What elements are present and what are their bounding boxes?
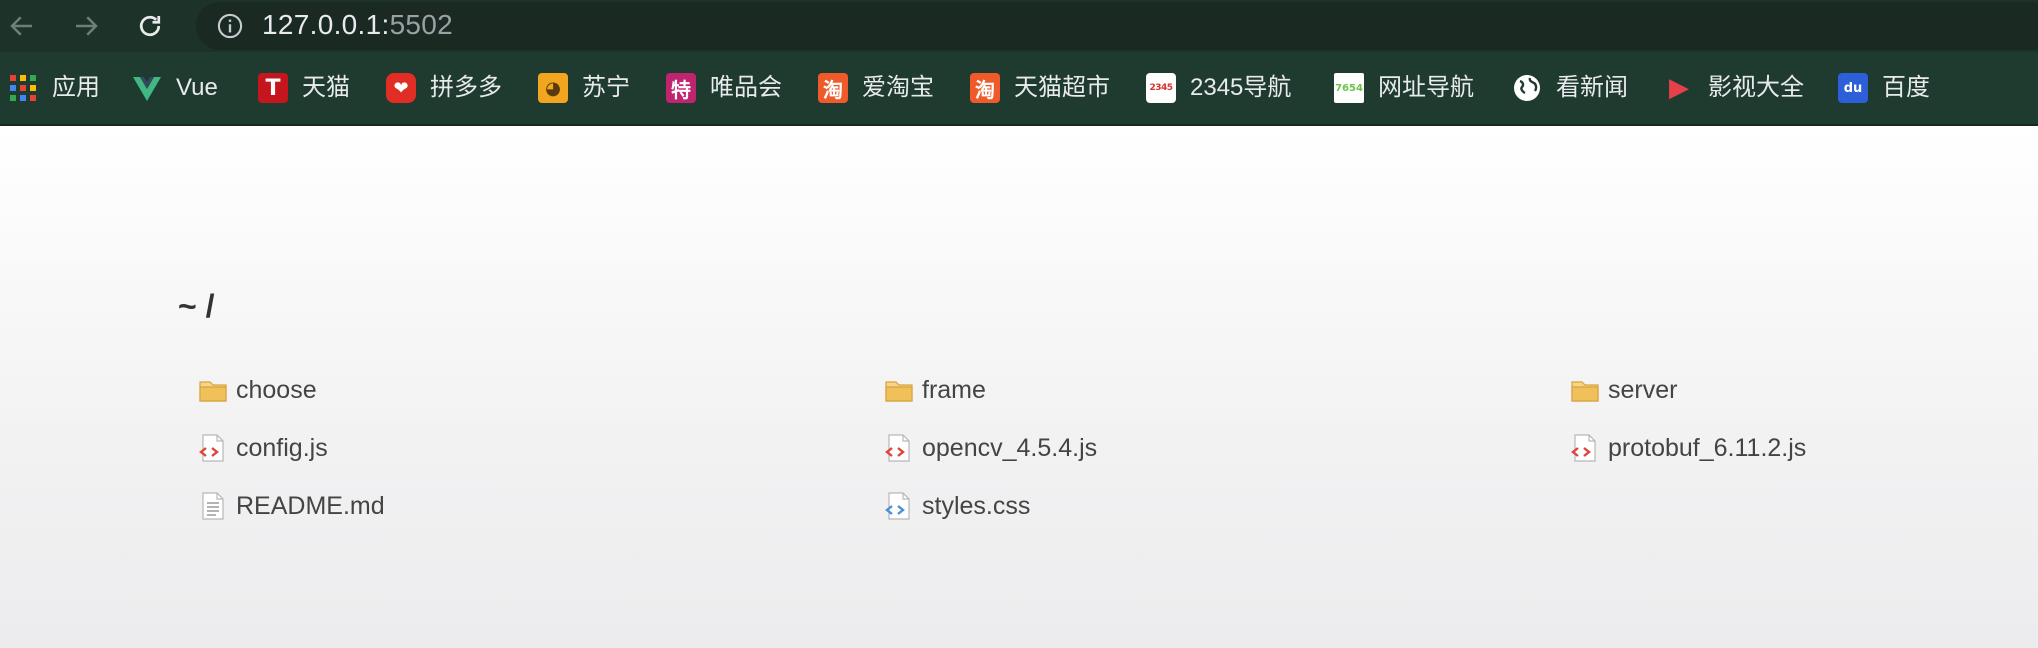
bookmark-news[interactable]: 看新闻	[1512, 70, 1628, 106]
file-name: styles.css	[922, 492, 1031, 520]
file-entry-styles-css[interactable]: styles.css	[884, 486, 1030, 526]
reload-button[interactable]	[132, 8, 168, 44]
bookmark-label: Vue	[176, 74, 218, 101]
js-file-icon	[1571, 434, 1596, 462]
apps-grid-icon	[10, 75, 36, 101]
file-entry-choose[interactable]: choose	[198, 370, 317, 410]
file-name: server	[1608, 376, 1678, 404]
tmall-icon: T	[258, 73, 288, 103]
bookmark-apps[interactable]: 应用	[8, 70, 100, 106]
file-name: config.js	[236, 434, 328, 462]
file-name: choose	[236, 376, 317, 404]
css-file-icon	[885, 492, 910, 520]
folder-icon	[199, 381, 227, 402]
bookmark-label: 应用	[52, 74, 100, 101]
bookmark-label: 天猫超市	[1014, 74, 1110, 101]
play-icon: ▶	[1669, 73, 1689, 103]
bookmark-label: 苏宁	[582, 74, 630, 101]
bookmark-vip[interactable]: 特 唯品会	[666, 70, 782, 106]
text-file-icon	[202, 492, 224, 520]
js-file-icon	[885, 434, 910, 462]
file-name: opencv_4.5.4.js	[922, 434, 1098, 462]
directory-listing-page: ~ / choose frame server config.js opencv…	[0, 126, 2038, 648]
file-name: README.md	[236, 492, 385, 520]
bookmark-vue[interactable]: Vue	[132, 70, 218, 106]
baidu-icon: du	[1838, 73, 1868, 103]
url-port: 5502	[389, 9, 454, 40]
browser-toolbar: 127.0.0.1:5502	[0, 0, 2038, 52]
pinduoduo-icon: ❤	[386, 73, 416, 103]
bookmark-baidu[interactable]: du 百度	[1838, 70, 1930, 106]
bookmark-label: 影视大全	[1708, 74, 1804, 101]
vip-icon: 特	[666, 73, 696, 103]
bookmark-label: 看新闻	[1556, 74, 1628, 101]
site-info-icon[interactable]	[216, 12, 244, 40]
file-entry-frame[interactable]: frame	[884, 370, 986, 410]
bookmark-video[interactable]: ▶ 影视大全	[1664, 70, 1804, 106]
file-entry-config-js[interactable]: config.js	[198, 428, 328, 468]
taobao-icon: 淘	[970, 73, 1000, 103]
back-button[interactable]	[4, 8, 40, 44]
bookmark-label: 网址导航	[1378, 74, 1474, 101]
url-host: 127.0.0.1:	[262, 9, 390, 40]
bookmark-label: 拼多多	[430, 74, 502, 101]
arrow-right-icon	[76, 16, 98, 36]
bookmark-web-nav[interactable]: 7654 网址导航	[1334, 70, 1474, 106]
file-entry-opencv-js[interactable]: opencv_4.5.4.js	[884, 428, 1097, 468]
bookmark-label: 天猫	[302, 74, 350, 101]
suning-icon: ◕	[538, 73, 568, 103]
globe-icon	[1514, 75, 1540, 101]
file-name: protobuf_6.11.2.js	[1608, 434, 1807, 462]
vue-logo-icon	[133, 77, 161, 101]
bookmark-label: 百度	[1882, 74, 1930, 101]
folder-icon	[1571, 381, 1599, 402]
reload-icon	[139, 15, 161, 37]
taobao-icon: 淘	[818, 73, 848, 103]
bookmarks-bar: 应用 Vue T 天猫 ❤ 拼多多 ◕ 苏宁 特 唯品会 淘 爱淘宝 淘 天猫超…	[0, 52, 2038, 126]
file-entry-readme-md[interactable]: README.md	[198, 486, 385, 526]
bookmark-label: 唯品会	[710, 74, 782, 101]
7654-icon: 7654	[1334, 73, 1364, 103]
url-text[interactable]: 127.0.0.1:5502	[262, 9, 453, 41]
bookmark-tmall-supermarket[interactable]: 淘 天猫超市	[970, 70, 1110, 106]
bookmark-2345[interactable]: 2345 2345导航	[1146, 70, 1291, 106]
address-bar[interactable]	[196, 2, 2038, 50]
arrow-left-icon	[10, 16, 32, 36]
bookmark-suning[interactable]: ◕ 苏宁	[538, 70, 630, 106]
file-entry-protobuf-js[interactable]: protobuf_6.11.2.js	[1570, 428, 1806, 468]
file-entry-server[interactable]: server	[1570, 370, 1677, 410]
js-file-icon	[199, 434, 224, 462]
bookmark-aitaobao[interactable]: 淘 爱淘宝	[818, 70, 934, 106]
2345-icon: 2345	[1146, 73, 1176, 103]
page-title: ~ /	[178, 288, 215, 324]
bookmark-pinduoduo[interactable]: ❤ 拼多多	[386, 70, 502, 106]
forward-button[interactable]	[68, 8, 104, 44]
folder-icon	[885, 381, 913, 402]
bookmark-label: 爱淘宝	[862, 74, 934, 101]
file-name: frame	[922, 376, 986, 404]
bookmark-tmall[interactable]: T 天猫	[258, 70, 350, 106]
bookmark-label: 2345导航	[1190, 74, 1292, 101]
